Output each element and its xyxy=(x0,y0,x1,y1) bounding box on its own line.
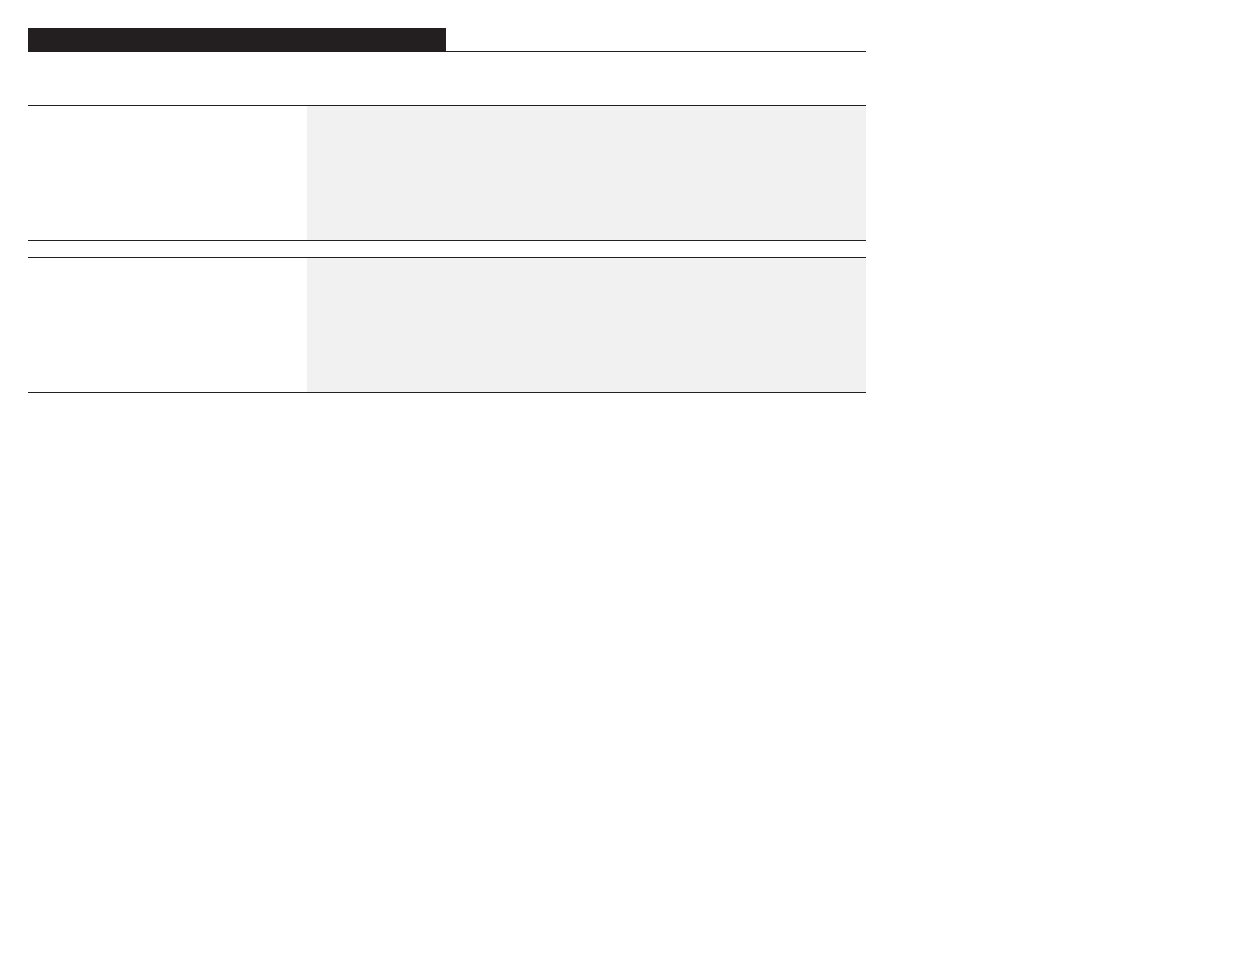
table-cell-right xyxy=(398,258,866,392)
table-row xyxy=(28,258,866,393)
table-cell-right xyxy=(398,106,866,240)
table-cell-middle xyxy=(307,106,398,240)
table-cell-left xyxy=(28,106,307,240)
table-cell-left xyxy=(28,258,307,392)
document-container xyxy=(28,28,866,393)
table-section xyxy=(28,105,866,393)
table-row xyxy=(28,106,866,241)
header-black-bar xyxy=(28,28,446,52)
table-cell-middle xyxy=(307,258,398,392)
table-row-separator xyxy=(28,241,866,258)
header-section xyxy=(28,28,866,52)
